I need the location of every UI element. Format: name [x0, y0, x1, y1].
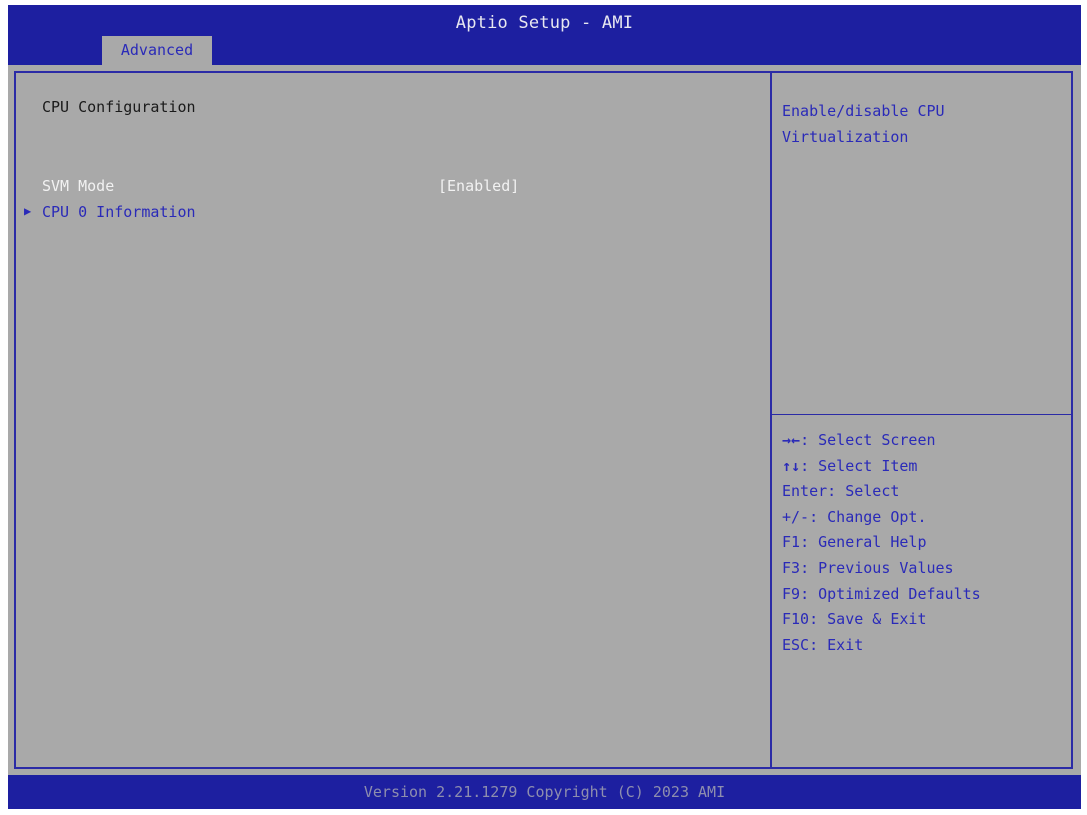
key-action: : Save & Exit — [809, 610, 927, 629]
help-description: Enable/disable CPU Virtualization — [782, 98, 1062, 150]
key-f3: F3: Previous Values — [782, 556, 1067, 582]
title-bar: Aptio Setup - AMI Advanced — [8, 5, 1081, 65]
setting-label: SVM Mode — [42, 177, 115, 195]
key-select-screen: →←: Select Screen — [782, 428, 1067, 454]
key-name: ESC — [782, 635, 810, 654]
setting-value[interactable]: [Enabled] — [438, 177, 519, 195]
key-legend: →←: Select Screen ↑↓: Select Item Enter:… — [782, 428, 1067, 658]
submenu-cpu-0-information[interactable]: ▶ CPU 0 Information — [24, 201, 424, 225]
key-name: F9 — [782, 584, 801, 603]
help-line: Virtualization — [782, 128, 909, 146]
version-text: Version 2.21.1279 Copyright (C) 2023 AMI — [363, 783, 726, 801]
key-name: +/- — [782, 507, 810, 526]
app-title: Aptio Setup - AMI — [455, 13, 634, 33]
submenu-label: CPU 0 Information — [42, 203, 196, 221]
key-f10: F10: Save & Exit — [782, 607, 1067, 633]
key-action: : Exit — [809, 635, 864, 654]
key-f1: F1: General Help — [782, 530, 1067, 556]
key-action: : Select — [827, 482, 900, 501]
key-name: F3 — [782, 558, 801, 577]
help-divider — [772, 414, 1071, 415]
key-select-item: ↑↓: Select Item — [782, 454, 1067, 480]
key-enter: Enter: Select — [782, 479, 1067, 505]
key-name: F10 — [782, 610, 810, 629]
footer-bar: Version 2.21.1279 Copyright (C) 2023 AMI — [8, 775, 1081, 809]
submenu-arrow-icon: ▶ — [24, 204, 32, 218]
key-change-opt: +/-: Change Opt. — [782, 505, 1067, 531]
main-frame: CPU Configuration SVM Mode [Enabled] ▶ C… — [14, 71, 1073, 769]
key-name: F1 — [782, 533, 801, 552]
section-title: CPU Configuration — [42, 98, 196, 116]
key-action: : Change Opt. — [809, 507, 927, 526]
panel-divider — [770, 73, 772, 767]
key-action: : Select Item — [800, 456, 918, 475]
bios-screen: Aptio Setup - AMI Advanced CPU Configura… — [8, 5, 1081, 809]
key-name: Enter — [782, 482, 828, 501]
key-f9: F9: Optimized Defaults — [782, 582, 1067, 608]
left-right-arrows-icon: →← — [782, 431, 801, 449]
key-action: : General Help — [800, 533, 927, 552]
setting-svm-mode[interactable]: SVM Mode [Enabled] — [42, 175, 742, 199]
key-esc: ESC: Exit — [782, 633, 1067, 659]
key-action: : Select Screen — [800, 431, 936, 449]
help-line: Enable/disable CPU — [782, 102, 945, 120]
key-action: : Previous Values — [800, 558, 954, 577]
key-action: : Optimized Defaults — [800, 584, 981, 603]
tab-advanced[interactable]: Advanced — [102, 36, 212, 65]
up-down-arrows-icon: ↑↓ — [782, 456, 801, 475]
